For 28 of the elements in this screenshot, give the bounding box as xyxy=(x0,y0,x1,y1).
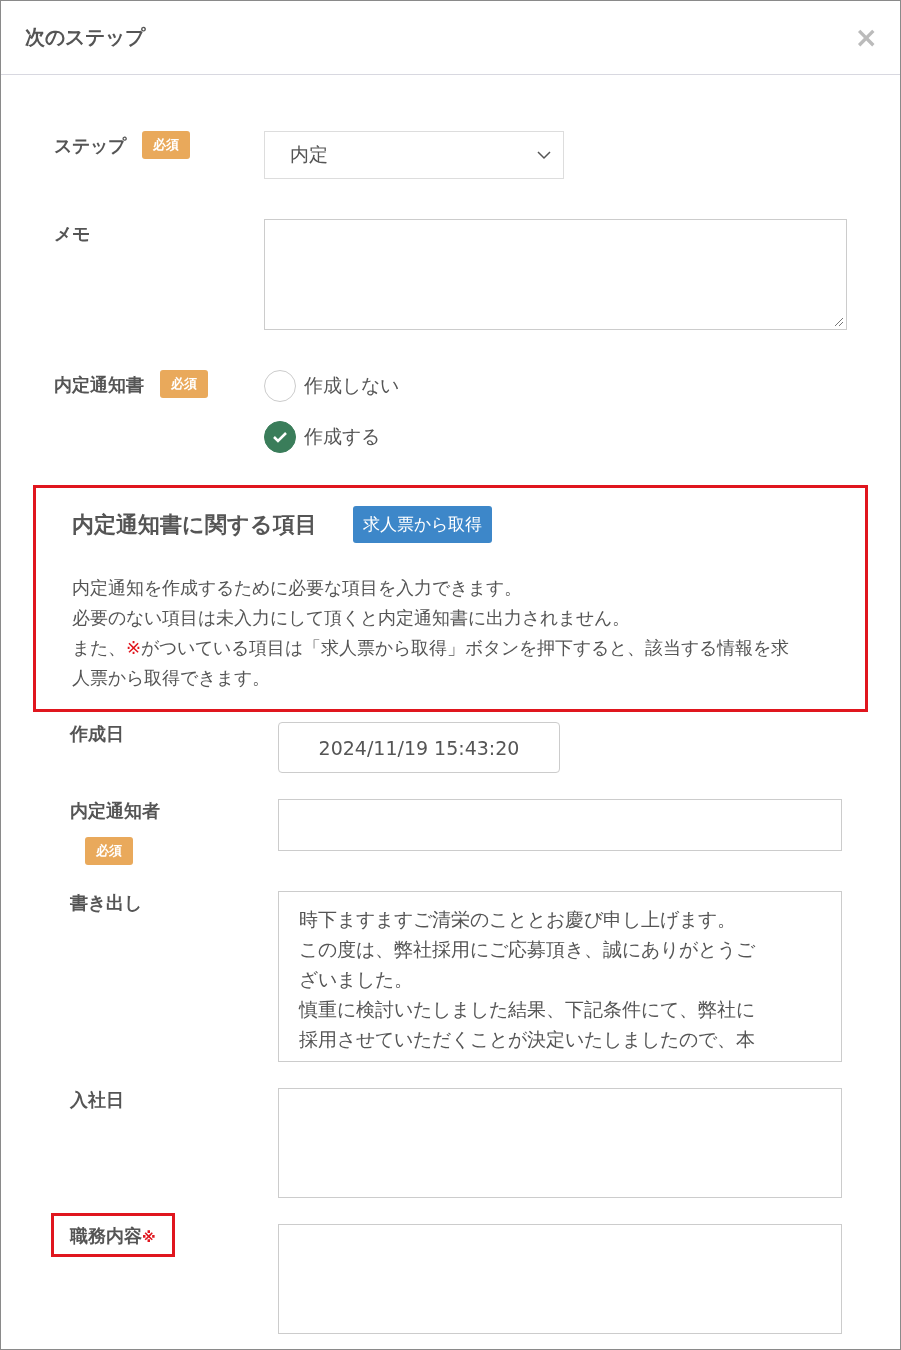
memo-field[interactable] xyxy=(264,219,847,330)
section-title: 内定通知書に関する項目 xyxy=(72,510,317,539)
radio-label[interactable]: 作成しない xyxy=(304,373,399,399)
field-label: ステップ xyxy=(54,134,126,158)
resize-grip-icon[interactable] xyxy=(834,317,844,327)
date-field[interactable]: 2024/11/19 15:43:20 xyxy=(278,722,560,773)
required-badge: 必須 xyxy=(85,837,133,865)
field-label: 内定通知者 xyxy=(70,799,160,823)
section-description: 内定通知を作成するために必要な項目を入力できます。 必要のない項目は未入力にして頂くと内定通知書に出力されません。 また、※がついている項目は「求人票から取得」ボタンを押下すると、該当する情報を求 人票から取得できます。 xyxy=(72,576,791,690)
radio-label[interactable]: 作成する xyxy=(304,424,380,450)
input-field[interactable] xyxy=(278,799,842,851)
required-badge: 必須 xyxy=(160,370,208,398)
caret-icon xyxy=(537,150,551,160)
check-icon xyxy=(272,431,288,443)
field-label: 内定通知書 xyxy=(54,373,144,397)
field-label: 職務内容※ xyxy=(51,1213,175,1257)
text-area[interactable] xyxy=(278,1224,842,1334)
field-label: 書き出し xyxy=(70,891,142,915)
field-label: メモ xyxy=(54,222,90,246)
field-label: 作成日 xyxy=(70,722,124,746)
dialog-title: 次のステップ xyxy=(25,24,145,51)
select-field[interactable]: 内定 xyxy=(264,131,564,179)
text-area[interactable]: 時下ますますご清栄のこととお慶び申し上げます。 この度は、弊社採用にご応募頂き、誠にありがとうご ざいました。 慎重に検討いたしました結果、下記条件にて、弊社に 採用させていただくことが決定いたしましたので、本 xyxy=(278,891,842,1062)
radio-button[interactable] xyxy=(264,421,296,453)
required-badge: 必須 xyxy=(142,131,190,159)
text-area[interactable] xyxy=(278,1088,842,1198)
field-label: 入社日 xyxy=(70,1088,124,1112)
fetch-button[interactable]: 求人票から取得 xyxy=(353,506,492,543)
